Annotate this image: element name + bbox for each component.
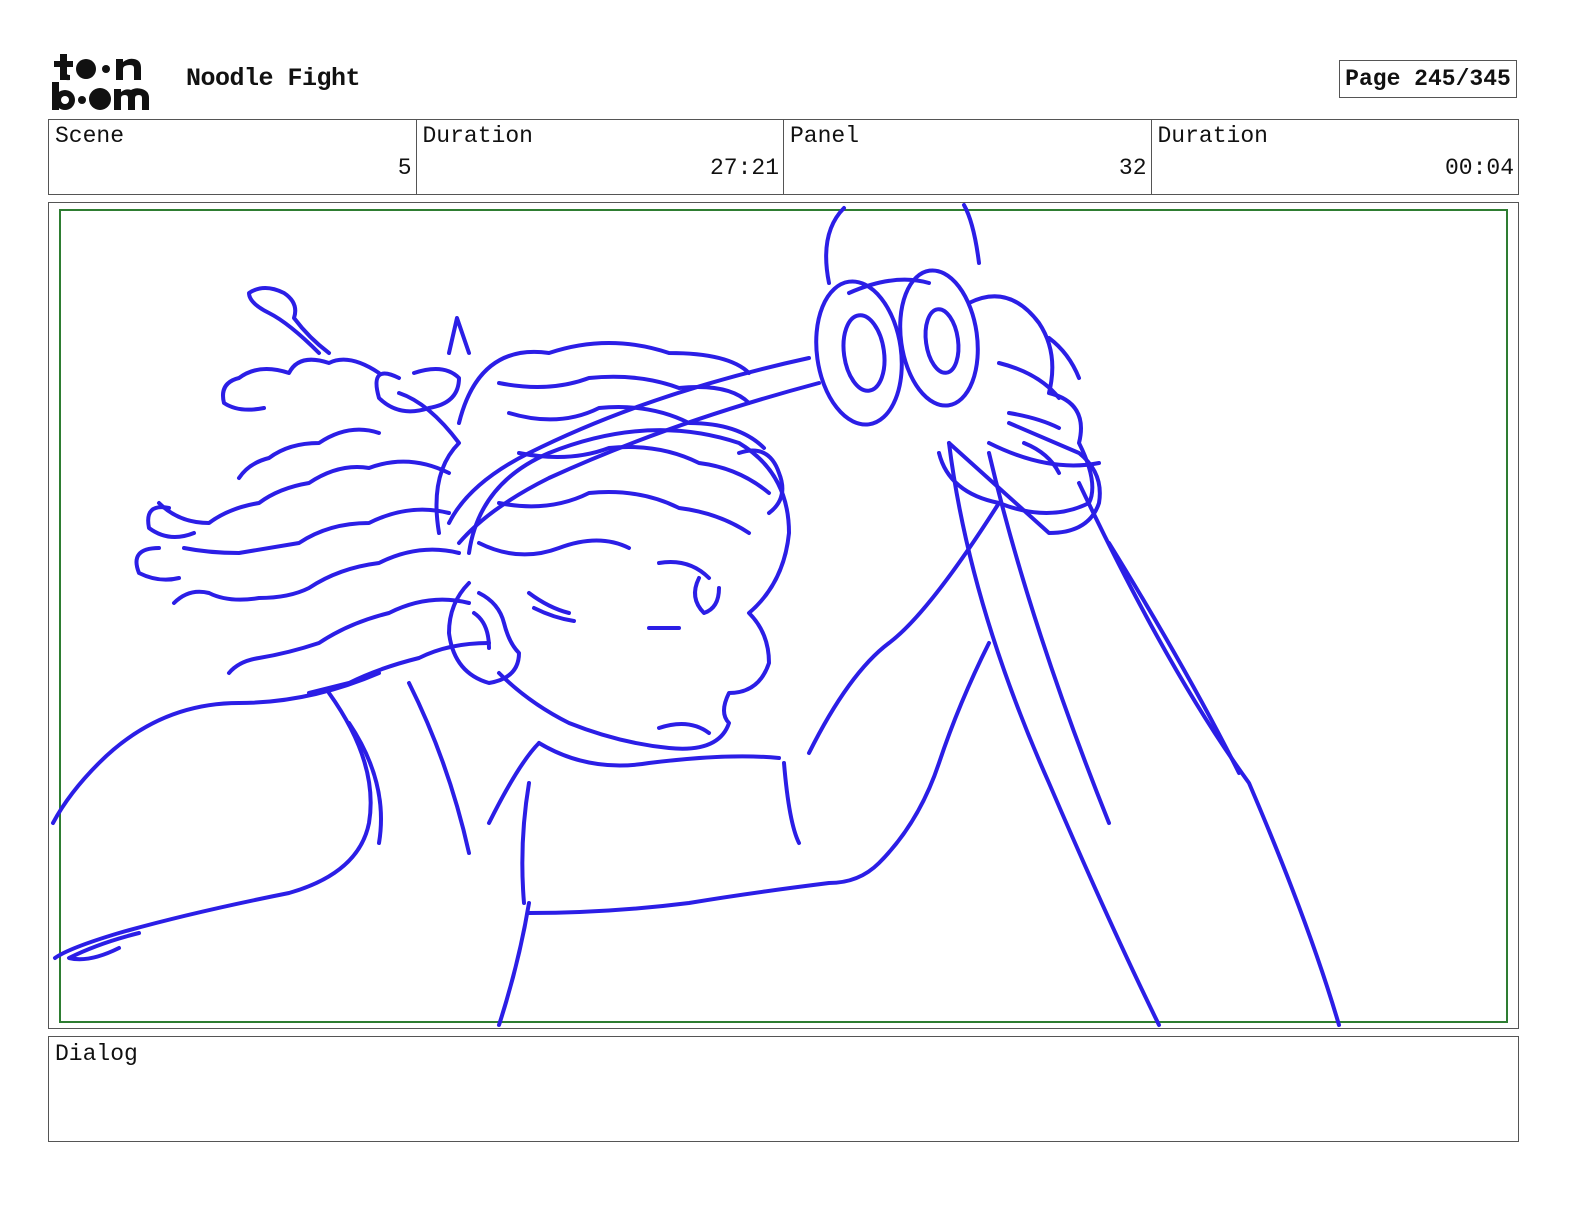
toon-boom-logo [52, 54, 149, 110]
storyboard-panel [48, 202, 1519, 1029]
scene-duration-label: Duration [422, 123, 533, 149]
page-indicator: Page 245/345 [1339, 60, 1517, 98]
dialog-label: Dialog [55, 1041, 138, 1067]
info-row: Scene 5 Duration 27:21 Panel 32 Duration… [48, 119, 1519, 195]
scene-duration-cell: Duration 27:21 [417, 120, 784, 194]
panel-duration-value: 00:04 [1444, 155, 1514, 181]
project-title: Noodle Fight [186, 64, 361, 93]
dialog-box: Dialog [48, 1036, 1519, 1142]
scene-label: Scene [55, 123, 125, 149]
panel-cell: Panel 32 [784, 120, 1152, 194]
scene-cell: Scene 5 [49, 120, 417, 194]
panel-value: 32 [1118, 155, 1147, 181]
scene-duration-value: 27:21 [709, 155, 779, 181]
panel-label: Panel [790, 123, 860, 149]
scene-value: 5 [397, 155, 412, 181]
panel-duration-label: Duration [1157, 123, 1268, 149]
panel-sketch [51, 203, 1508, 1027]
safe-frame [59, 209, 1508, 1023]
panel-duration-cell: Duration 00:04 [1152, 120, 1519, 194]
